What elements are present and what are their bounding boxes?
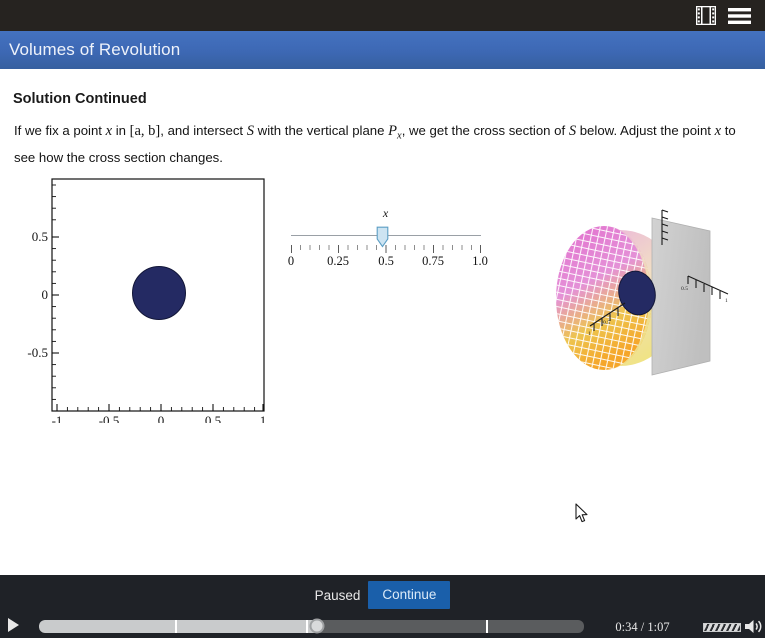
y-tick-label-2: -0.5: [27, 345, 48, 360]
section-heading: Solution Continued: [13, 91, 147, 107]
y-tick-label-1: 0: [42, 287, 49, 302]
cutting-plane: [651, 217, 711, 376]
page-title-bar: Volumes of Revolution: [0, 31, 765, 71]
playback-status: Paused: [314, 587, 361, 603]
paragraph-part-2: in: [112, 123, 130, 138]
math-S-2: S: [568, 123, 577, 139]
slider-tick-marks: [291, 242, 481, 253]
slider-tick-label-3: 0.75: [422, 254, 444, 268]
chapter-marker[interactable]: [175, 620, 178, 633]
chapter-marker[interactable]: [306, 620, 309, 633]
film-strip-icon[interactable]: [695, 5, 717, 26]
y-tick-label-0: 0.5: [32, 229, 48, 244]
top-toolbar: [0, 0, 765, 31]
application-window: Volumes of Revolution Solution Continued…: [0, 0, 765, 638]
x-tick-label-0: -1: [52, 413, 63, 423]
paragraph-part-3: , and intersect: [160, 123, 247, 138]
media-player-bar: Paused Continue 0:34 / 1:07: [0, 573, 765, 638]
x-parameter-slider[interactable]: x 0 0.25 0.5 0.75 1.0: [283, 206, 488, 281]
paragraph-part-1: If we fix a point: [14, 123, 106, 138]
solid-of-revolution-figure: 0.5 1 0.5 1: [520, 198, 760, 398]
mouse-pointer: [575, 503, 589, 528]
time-display: 0:34 / 1:07: [615, 620, 670, 634]
axis-tick-label-y-0: 0.5: [681, 286, 688, 292]
player-transport-row: 0:34 / 1:07: [0, 611, 765, 638]
math-P: P: [388, 123, 398, 139]
slider-tick-label-4: 1.0: [472, 254, 488, 268]
slider-tick-label-0: 0: [287, 254, 295, 268]
volume-slider[interactable]: [703, 623, 741, 632]
chapter-marker[interactable]: [485, 620, 488, 633]
player-status-row: Paused Continue: [0, 579, 765, 611]
toolbar-icon-group: [695, 5, 765, 26]
slider-tick-label-1: 0.25: [327, 254, 349, 268]
paragraph-part-6: below. Adjust the point: [576, 123, 715, 138]
axis-tick-label-x-0: 0.5: [603, 320, 610, 326]
play-button[interactable]: [8, 618, 19, 637]
axis-tick-label-y-1: 1: [725, 298, 728, 304]
x-tick-label-4: 1: [260, 413, 267, 423]
progress-scrubber[interactable]: [309, 618, 325, 634]
x-tick-label-1: -0.5: [99, 413, 120, 423]
main-content: Solution Continued If we fix a point x i…: [0, 73, 765, 573]
speaker-icon[interactable]: [745, 619, 762, 638]
x-tick-label-2: 0: [158, 413, 165, 423]
math-interval: [a, b]: [129, 123, 161, 139]
axis-tick-label-x-1: 1: [588, 331, 591, 337]
slider-tick-label-2: 0.5: [378, 254, 394, 268]
x-tick-label-3: 0.5: [205, 413, 221, 423]
slider-tick-labels: 0 0.25 0.5 0.75 1.0: [283, 254, 488, 270]
hamburger-menu-icon[interactable]: [728, 7, 751, 25]
slider-variable-label: x: [382, 206, 389, 220]
math-S-1: S: [246, 123, 254, 139]
paragraph-part-4: with the vertical plane: [254, 123, 389, 138]
continue-button[interactable]: Continue: [368, 581, 451, 609]
page-title: Volumes of Revolution: [9, 40, 181, 59]
paragraph-part-5: , we get the cross section of: [401, 123, 569, 138]
body-paragraph: If we fix a point x in [a, b], and inter…: [14, 120, 752, 168]
cross-section-disk: [132, 266, 186, 320]
progress-fill: [39, 620, 317, 633]
cross-section-plot: 0.5 0 -0.5 -1 -0.5 0 0.5 1: [24, 173, 274, 428]
